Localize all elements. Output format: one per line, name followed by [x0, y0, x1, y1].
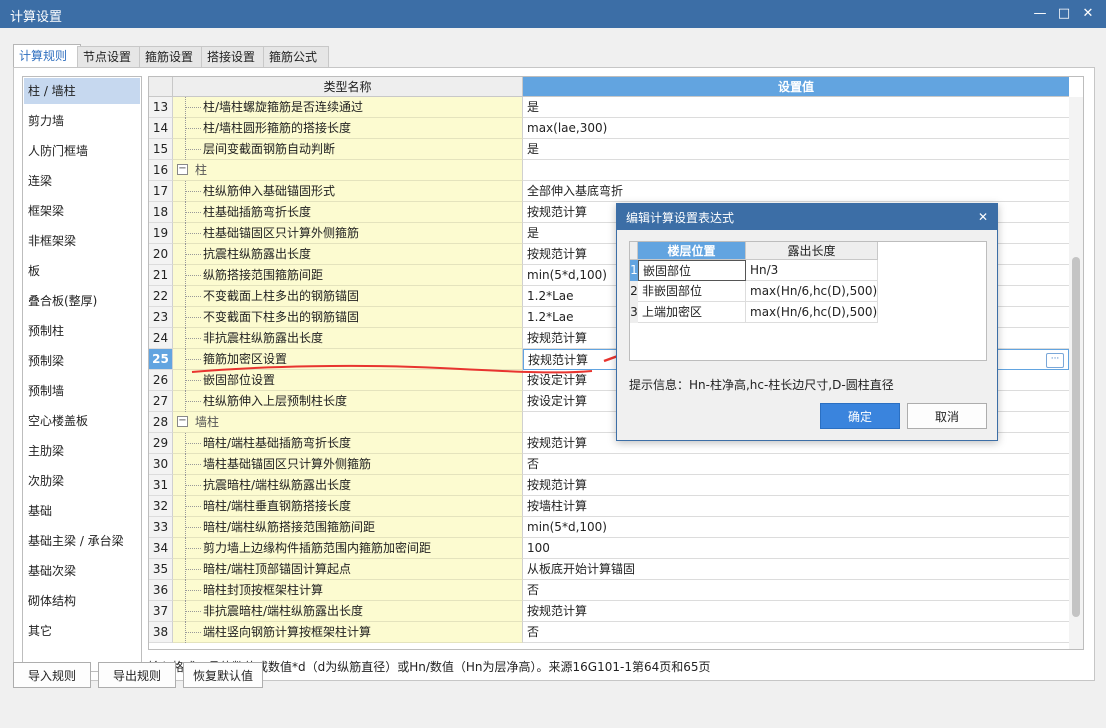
subgrid-row-length[interactable]: Hn/3: [746, 260, 878, 281]
subgrid-row-length[interactable]: max(Hn/6,hc(D),500): [746, 302, 878, 323]
subgrid-header-position[interactable]: 楼层位置: [638, 242, 746, 260]
subgrid-corner: [630, 242, 638, 260]
subgrid-row-position[interactable]: 上端加密区: [638, 302, 746, 323]
subgrid-row-position[interactable]: 非嵌固部位: [638, 281, 746, 302]
subgrid-row-length[interactable]: max(Hn/6,hc(D),500): [746, 281, 878, 302]
subgrid-row-num: 3: [630, 302, 638, 323]
dialog-title: 编辑计算设置表达式: [626, 211, 735, 225]
expression-grid: 楼层位置 露出长度 1 嵌固部位 Hn/3 2 非嵌固部位 max(Hn/6,h…: [629, 241, 987, 361]
red-underline: [191, 364, 593, 374]
subgrid-row-num: 2: [630, 281, 638, 302]
dialog-hint: 提示信息：Hn-柱净高,hc-柱长边尺寸,D-圆柱直径: [629, 378, 894, 392]
cancel-button[interactable]: 取消: [907, 403, 987, 429]
subgrid-header-length[interactable]: 露出长度: [746, 242, 878, 260]
edit-expression-dialog: 编辑计算设置表达式 ✕ 楼层位置 露出长度 1 嵌固部位 Hn/3 2 非嵌固部…: [616, 203, 998, 441]
dialog-title-bar: 编辑计算设置表达式 ✕: [617, 204, 997, 230]
dialog-close-icon[interactable]: ✕: [975, 208, 991, 226]
subgrid-row-num: 1: [630, 260, 638, 281]
ok-button[interactable]: 确定: [820, 403, 900, 429]
subgrid-row-position[interactable]: 嵌固部位: [638, 260, 746, 281]
